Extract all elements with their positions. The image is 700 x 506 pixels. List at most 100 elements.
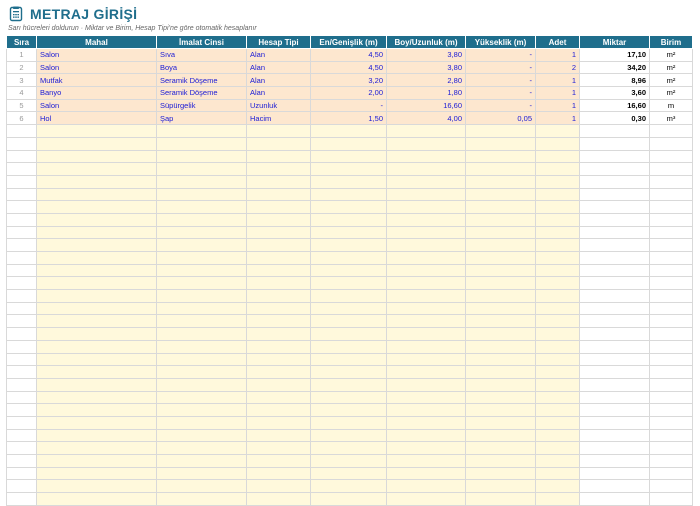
imalat-cell[interactable]: Seramik Döşeme — [156, 73, 247, 88]
imalat-cell[interactable] — [156, 301, 247, 316]
en-cell[interactable] — [310, 352, 387, 367]
yukseklik-cell[interactable] — [465, 187, 536, 202]
imalat-cell[interactable] — [156, 377, 247, 392]
adet-cell[interactable]: 1 — [535, 48, 580, 62]
hesap-tipi-cell[interactable] — [246, 492, 311, 506]
adet-cell[interactable] — [535, 174, 580, 189]
adet-cell[interactable] — [535, 454, 580, 468]
hesap-tipi-cell[interactable] — [246, 187, 311, 202]
boy-cell[interactable] — [386, 377, 466, 392]
adet-cell[interactable] — [535, 492, 580, 506]
yukseklik-cell[interactable] — [465, 479, 536, 494]
en-cell[interactable] — [310, 289, 387, 303]
en-cell[interactable] — [310, 251, 387, 265]
en-cell[interactable] — [310, 301, 387, 316]
en-cell[interactable]: 4,50 — [310, 48, 387, 62]
hesap-tipi-cell[interactable]: Uzunluk — [246, 98, 311, 113]
boy-cell[interactable] — [386, 162, 466, 176]
en-cell[interactable] — [310, 124, 387, 138]
yukseklik-cell[interactable] — [465, 238, 536, 252]
adet-cell[interactable] — [535, 225, 580, 240]
mahal-cell[interactable] — [36, 314, 157, 329]
hesap-tipi-cell[interactable] — [246, 415, 311, 430]
yukseklik-cell[interactable] — [465, 174, 536, 189]
en-cell[interactable]: - — [310, 98, 387, 113]
en-cell[interactable] — [310, 492, 387, 506]
boy-cell[interactable] — [386, 390, 466, 405]
mahal-cell[interactable]: Mutfak — [36, 73, 157, 88]
boy-cell[interactable] — [386, 454, 466, 468]
imalat-cell[interactable] — [156, 390, 247, 405]
adet-cell[interactable] — [535, 301, 580, 316]
mahal-cell[interactable] — [36, 200, 157, 214]
adet-cell[interactable] — [535, 390, 580, 405]
yukseklik-cell[interactable] — [465, 327, 536, 341]
boy-cell[interactable] — [386, 124, 466, 138]
boy-cell[interactable] — [386, 225, 466, 240]
yukseklik-cell[interactable] — [465, 365, 536, 379]
yukseklik-cell[interactable]: - — [465, 60, 536, 75]
imalat-cell[interactable]: Sıva — [156, 48, 247, 62]
adet-cell[interactable] — [535, 212, 580, 227]
hesap-tipi-cell[interactable] — [246, 225, 311, 240]
hesap-tipi-cell[interactable] — [246, 466, 311, 481]
adet-cell[interactable]: 1 — [535, 73, 580, 88]
boy-cell[interactable] — [386, 301, 466, 316]
imalat-cell[interactable] — [156, 441, 247, 455]
yukseklik-cell[interactable] — [465, 136, 536, 151]
hesap-tipi-cell[interactable]: Alan — [246, 73, 311, 88]
adet-cell[interactable] — [535, 162, 580, 176]
adet-cell[interactable] — [535, 466, 580, 481]
imalat-cell[interactable] — [156, 428, 247, 443]
imalat-cell[interactable] — [156, 289, 247, 303]
hesap-tipi-cell[interactable] — [246, 289, 311, 303]
imalat-cell[interactable] — [156, 200, 247, 214]
yukseklik-cell[interactable] — [465, 200, 536, 214]
adet-cell[interactable] — [535, 124, 580, 138]
adet-cell[interactable] — [535, 352, 580, 367]
en-cell[interactable]: 2,00 — [310, 86, 387, 100]
imalat-cell[interactable] — [156, 327, 247, 341]
en-cell[interactable] — [310, 314, 387, 329]
adet-cell[interactable] — [535, 276, 580, 291]
en-cell[interactable] — [310, 390, 387, 405]
adet-cell[interactable] — [535, 339, 580, 354]
mahal-cell[interactable] — [36, 301, 157, 316]
mahal-cell[interactable] — [36, 225, 157, 240]
adet-cell[interactable] — [535, 327, 580, 341]
mahal-cell[interactable] — [36, 124, 157, 138]
en-cell[interactable] — [310, 428, 387, 443]
boy-cell[interactable] — [386, 466, 466, 481]
hesap-tipi-cell[interactable] — [246, 428, 311, 443]
imalat-cell[interactable] — [156, 415, 247, 430]
en-cell[interactable] — [310, 238, 387, 252]
en-cell[interactable] — [310, 377, 387, 392]
imalat-cell[interactable]: Boya — [156, 60, 247, 75]
imalat-cell[interactable] — [156, 149, 247, 164]
boy-cell[interactable] — [386, 187, 466, 202]
en-cell[interactable] — [310, 149, 387, 164]
adet-cell[interactable]: 1 — [535, 86, 580, 100]
en-cell[interactable] — [310, 339, 387, 354]
yukseklik-cell[interactable] — [465, 149, 536, 164]
yukseklik-cell[interactable] — [465, 276, 536, 291]
boy-cell[interactable] — [386, 289, 466, 303]
yukseklik-cell[interactable]: - — [465, 73, 536, 88]
adet-cell[interactable] — [535, 415, 580, 430]
yukseklik-cell[interactable] — [465, 377, 536, 392]
hesap-tipi-cell[interactable] — [246, 441, 311, 455]
adet-cell[interactable] — [535, 365, 580, 379]
mahal-cell[interactable] — [36, 238, 157, 252]
yukseklik-cell[interactable] — [465, 352, 536, 367]
boy-cell[interactable] — [386, 479, 466, 494]
adet-cell[interactable] — [535, 377, 580, 392]
mahal-cell[interactable] — [36, 365, 157, 379]
yukseklik-cell[interactable]: 0,05 — [465, 111, 536, 126]
mahal-cell[interactable] — [36, 136, 157, 151]
en-cell[interactable] — [310, 263, 387, 278]
yukseklik-cell[interactable] — [465, 415, 536, 430]
adet-cell[interactable] — [535, 238, 580, 252]
en-cell[interactable] — [310, 136, 387, 151]
boy-cell[interactable] — [386, 251, 466, 265]
mahal-cell[interactable] — [36, 492, 157, 506]
